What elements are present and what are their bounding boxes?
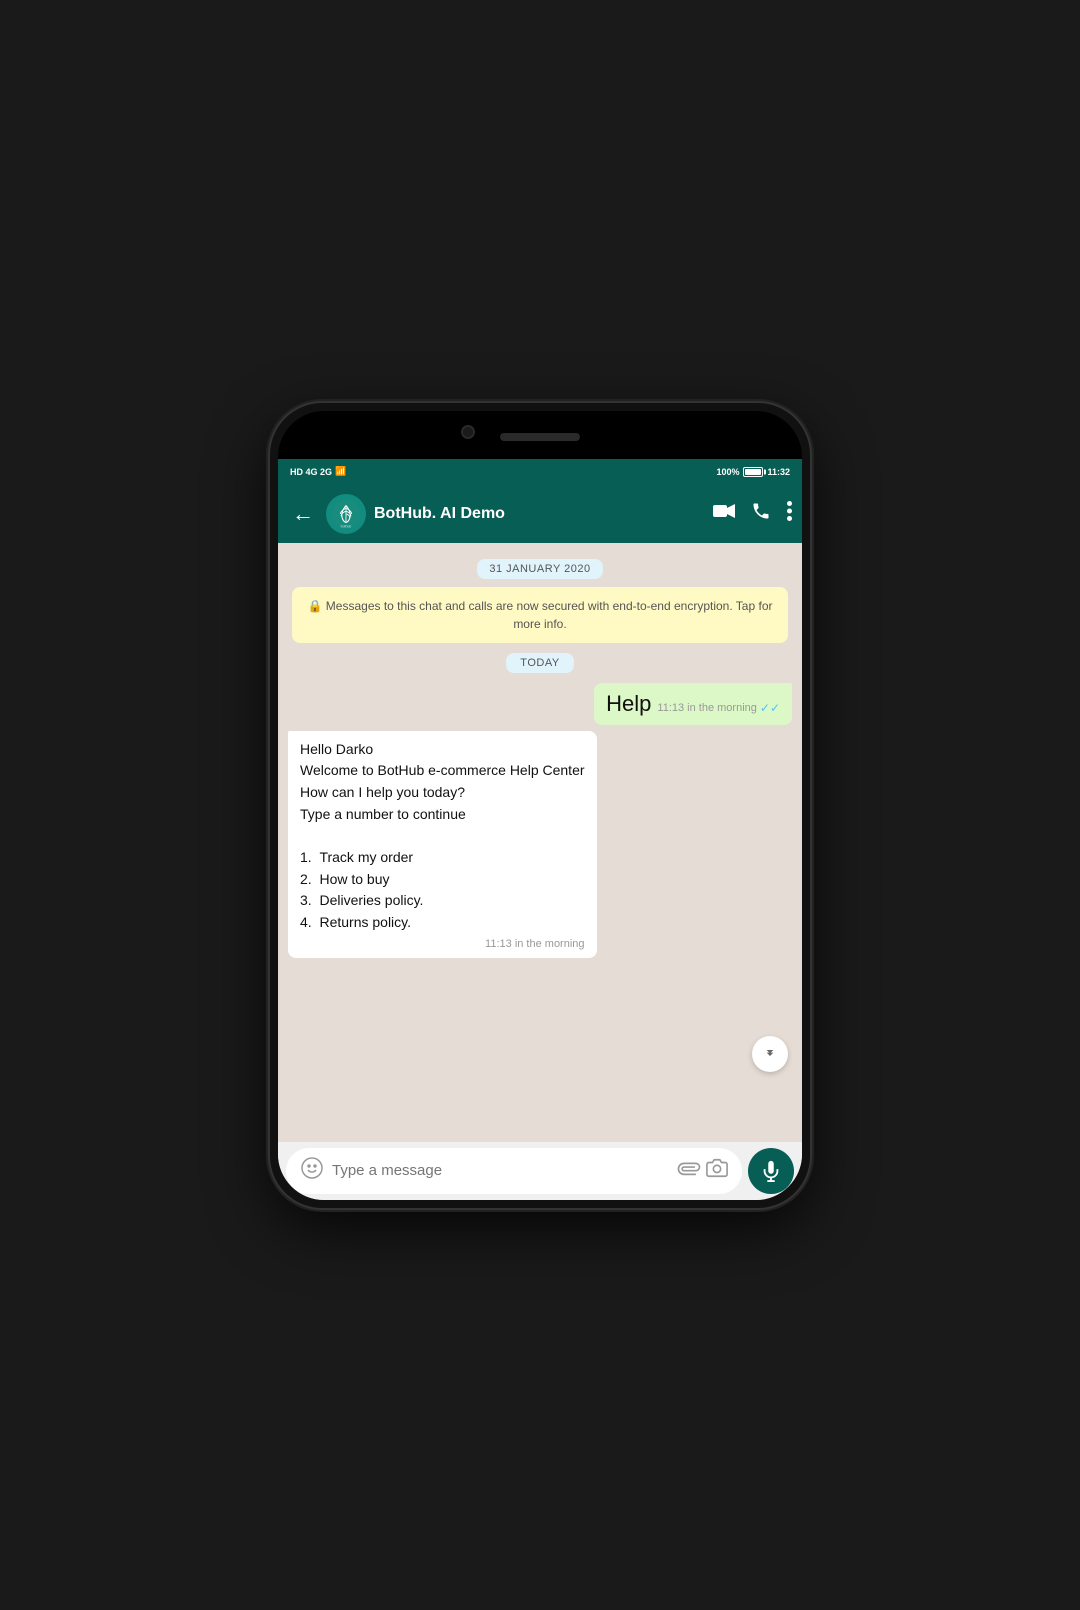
phone-frame: HD 4G 2G 📶 100% 11:32 ←: [270, 403, 810, 1208]
status-right: 100% 11:32: [716, 467, 790, 477]
chat-body: 31 JANUARY 2020 🔒 Messages to this chat …: [278, 543, 802, 1142]
scroll-to-bottom-button[interactable]: [752, 1036, 788, 1072]
double-check-icon: ✓✓: [760, 701, 780, 715]
speaker: [500, 433, 580, 441]
svg-text:bothub: bothub: [341, 524, 352, 528]
time-display: 11:32: [767, 467, 790, 477]
avatar[interactable]: bothub: [326, 494, 366, 534]
battery-icon: [743, 467, 763, 477]
sent-time: 11:13 in the morning: [657, 702, 756, 714]
phone-inner: HD 4G 2G 📶 100% 11:32 ←: [278, 411, 802, 1200]
video-call-icon[interactable]: [713, 503, 735, 524]
screen: HD 4G 2G 📶 100% 11:32 ←: [278, 459, 802, 1200]
input-container: [286, 1148, 742, 1194]
sent-bubble: Help 11:13 in the morning ✓✓: [594, 683, 792, 725]
received-time: 11:13 in the morning: [485, 938, 584, 950]
attach-button[interactable]: [669, 1153, 704, 1188]
battery-level: 100%: [716, 467, 739, 477]
encryption-notice[interactable]: 🔒 Messages to this chat and calls are no…: [292, 587, 788, 643]
camera-hole: [461, 425, 475, 439]
more-options-icon[interactable]: [787, 501, 792, 526]
sent-message-text: Help: [606, 691, 651, 717]
received-bubble-meta: 11:13 in the morning: [300, 938, 585, 950]
header-contact-info: BotHub. AI Demo: [374, 505, 705, 523]
status-bar: HD 4G 2G 📶 100% 11:32: [278, 459, 802, 485]
received-message-text: Hello Darko Welcome to BotHub e-commerce…: [300, 739, 585, 934]
wifi-icon: 📶: [335, 466, 346, 477]
network-info: HD 4G 2G: [290, 467, 332, 477]
date-label: 31 JANUARY 2020: [477, 559, 602, 579]
message-row-received: Hello Darko Welcome to BotHub e-commerce…: [288, 731, 792, 958]
chat-header: ← bothub Bot: [278, 485, 802, 543]
message-input[interactable]: [332, 1162, 668, 1179]
date-badge-january: 31 JANUARY 2020: [288, 559, 792, 579]
today-label: TODAY: [506, 653, 573, 673]
encryption-text: Messages to this chat and calls are now …: [326, 599, 773, 631]
received-bubble: Hello Darko Welcome to BotHub e-commerce…: [288, 731, 597, 958]
input-bar: [278, 1142, 802, 1200]
emoji-button[interactable]: [300, 1156, 324, 1186]
sent-bubble-meta: 11:13 in the morning ✓✓: [657, 701, 780, 715]
lock-icon: 🔒: [308, 599, 323, 613]
status-left: HD 4G 2G 📶: [290, 466, 346, 477]
today-badge: TODAY: [288, 653, 792, 673]
header-actions: [713, 501, 792, 526]
battery-fill: [745, 469, 761, 475]
back-button[interactable]: ←: [288, 497, 318, 531]
camera-button[interactable]: [706, 1157, 728, 1185]
sent-bubble-content: Help 11:13 in the morning ✓✓: [606, 691, 780, 717]
phone-call-icon[interactable]: [751, 501, 771, 526]
mic-button[interactable]: [748, 1148, 794, 1194]
message-row-sent: Help 11:13 in the morning ✓✓: [288, 683, 792, 725]
contact-name: BotHub. AI Demo: [374, 505, 705, 523]
